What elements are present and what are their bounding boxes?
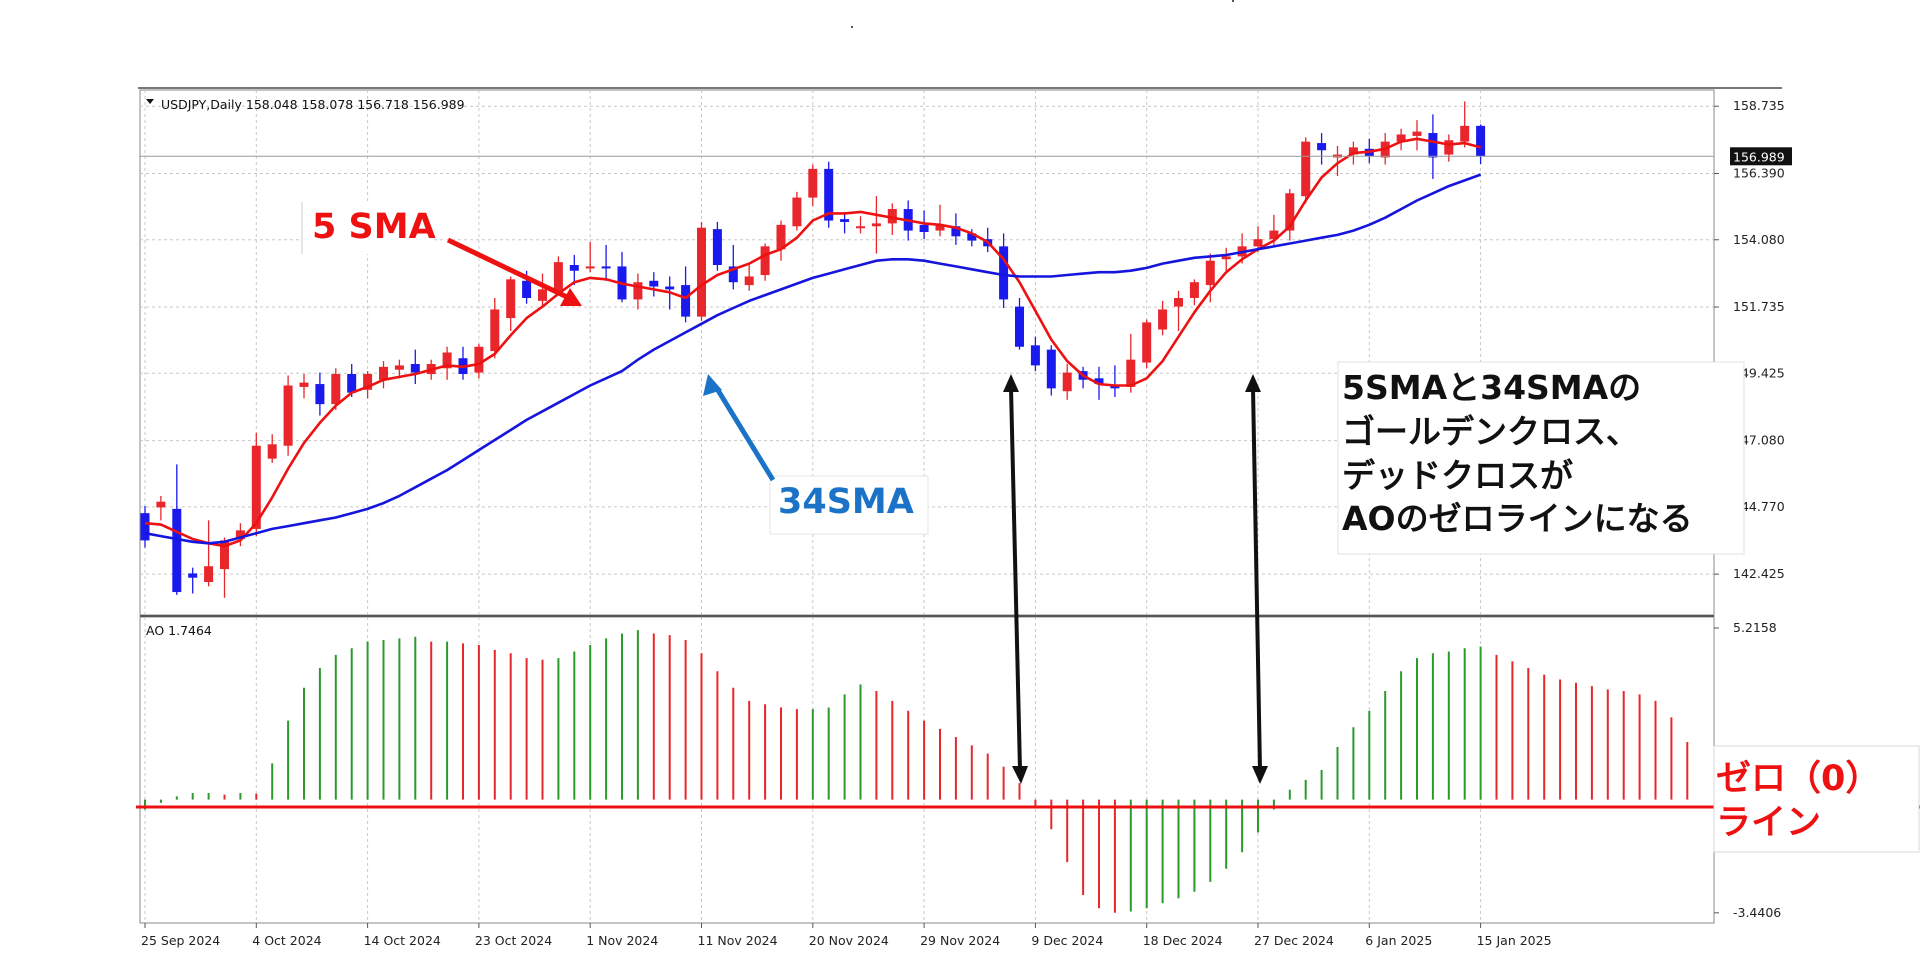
candle-bear (681, 285, 691, 317)
candle-bear (649, 280, 659, 287)
candle-bear (410, 363, 420, 373)
candle-bear (347, 374, 357, 393)
candle-bear (188, 573, 198, 578)
candle-bear (1046, 349, 1056, 389)
sma34-annotation: 34SMA (778, 482, 914, 522)
sma5-annotation: 5 SMA (312, 207, 436, 247)
candle-bull (792, 197, 802, 227)
candle-bull (204, 566, 214, 583)
price-tick-label: 151.735 (1733, 299, 1785, 314)
candle-bull (1460, 125, 1470, 142)
candle-bear (1428, 133, 1438, 158)
candle-bear (522, 280, 532, 298)
candle-bull (856, 226, 865, 229)
price-tick-label: 142.425 (1733, 566, 1785, 581)
candle-bull (1205, 260, 1215, 286)
candle-bull (871, 223, 881, 227)
zero-line-label-1: ゼロ（0） (1716, 759, 1880, 799)
speck-2 (1232, 0, 1234, 2)
candle-bear (712, 229, 722, 265)
candle-bull (490, 309, 500, 352)
ao-tick-label: -3.4406 (1733, 905, 1781, 920)
date-tick-label: 29 Nov 2024 (920, 933, 1000, 948)
candle-bull (267, 444, 277, 459)
note-line-3: デッドクロスが (1342, 456, 1573, 495)
candle-bear (665, 286, 675, 290)
date-tick-label: 18 Dec 2024 (1143, 933, 1223, 948)
note-line-1: 5SMAと34SMAの (1342, 368, 1641, 407)
sma34-arrow (703, 374, 776, 482)
date-tick-label: 14 Oct 2024 (364, 933, 441, 948)
ao-tick-label: 5.2158 (1733, 620, 1777, 635)
candle-bull (1444, 140, 1454, 155)
ao-histogram (144, 630, 1689, 913)
date-tick-label: 6 Jan 2025 (1365, 933, 1432, 948)
candle-bull (331, 374, 341, 405)
candle-bull (760, 246, 770, 276)
candle-bull (744, 276, 754, 286)
candle-bear (1015, 306, 1024, 347)
date-tick-label: 1 Nov 2024 (586, 933, 658, 948)
price-tick-label: 156.390 (1733, 165, 1785, 180)
zero-line-label-2: ライン (1716, 803, 1821, 843)
cross-arrow-2 (1245, 374, 1268, 784)
candle-bull (1301, 141, 1311, 197)
candle-bull (538, 289, 547, 301)
candle-bull (1189, 282, 1199, 298)
note-line-4: AOのゼロラインになる (1342, 499, 1693, 538)
date-axis: 25 Sep 2024 4 Oct 2024 14 Oct 2024 23 Oct 2… (141, 923, 1552, 948)
date-tick-label: 27 Dec 2024 (1254, 933, 1334, 948)
candle-bear (140, 513, 150, 541)
candle-bear (1317, 143, 1327, 151)
candle-bull (156, 501, 166, 508)
symbol-dropdown-icon[interactable] (146, 99, 154, 104)
candle-bull (394, 365, 404, 370)
candle-bear (601, 266, 611, 269)
candle-bull (585, 266, 595, 269)
candle-bull (553, 262, 563, 293)
candle-bear (569, 265, 579, 271)
candle-bull (1142, 322, 1152, 363)
candle-bull (299, 382, 309, 387)
speck-1 (851, 26, 853, 28)
candle-bull (1174, 297, 1183, 307)
date-tick-label: 11 Nov 2024 (698, 933, 778, 948)
candle-bear (1476, 125, 1486, 157)
date-tick-label: 20 Nov 2024 (809, 933, 889, 948)
price-tick-label: 154.080 (1733, 232, 1785, 247)
date-tick-label: 23 Oct 2024 (475, 933, 552, 948)
chart-frame-top-border (138, 87, 1782, 89)
candle-bull (808, 168, 818, 198)
cross-arrow-1 (1003, 374, 1028, 784)
chart-canvas: USDJPY,Daily 158.048 158.078 156.718 156… (136, 0, 1920, 948)
note-line-2: ゴールデンクロス、 (1342, 412, 1639, 451)
symbol-header: USDJPY,Daily 158.048 158.078 156.718 156… (161, 97, 465, 112)
candle-bull (1158, 309, 1168, 330)
candle-bull (379, 366, 388, 380)
candle-bull (1412, 131, 1422, 136)
candle-bull (1253, 239, 1263, 247)
candle-bear (1030, 345, 1040, 366)
date-tick-label: 9 Dec 2024 (1031, 933, 1103, 948)
candle-bull (1062, 372, 1072, 392)
candle-bull (506, 279, 516, 319)
ao-header: AO 1.7464 (146, 623, 212, 638)
candle-bull (1221, 256, 1231, 260)
date-tick-label: 4 Oct 2024 (252, 933, 321, 948)
candle-bull (474, 346, 484, 373)
candle-bull (283, 385, 293, 446)
candle-bear (919, 224, 929, 233)
date-tick-label: 25 Sep 2024 (141, 933, 220, 948)
date-tick-label: 15 Jan 2025 (1477, 933, 1552, 948)
ao-pane-frame (139, 616, 1715, 924)
candle-bear (172, 508, 182, 593)
current-price-label: 156.989 (1733, 149, 1785, 164)
price-tick-label: 158.735 (1733, 98, 1785, 113)
candle-bear (840, 219, 850, 222)
candle-bear (315, 384, 325, 405)
candle-bull (697, 227, 706, 317)
